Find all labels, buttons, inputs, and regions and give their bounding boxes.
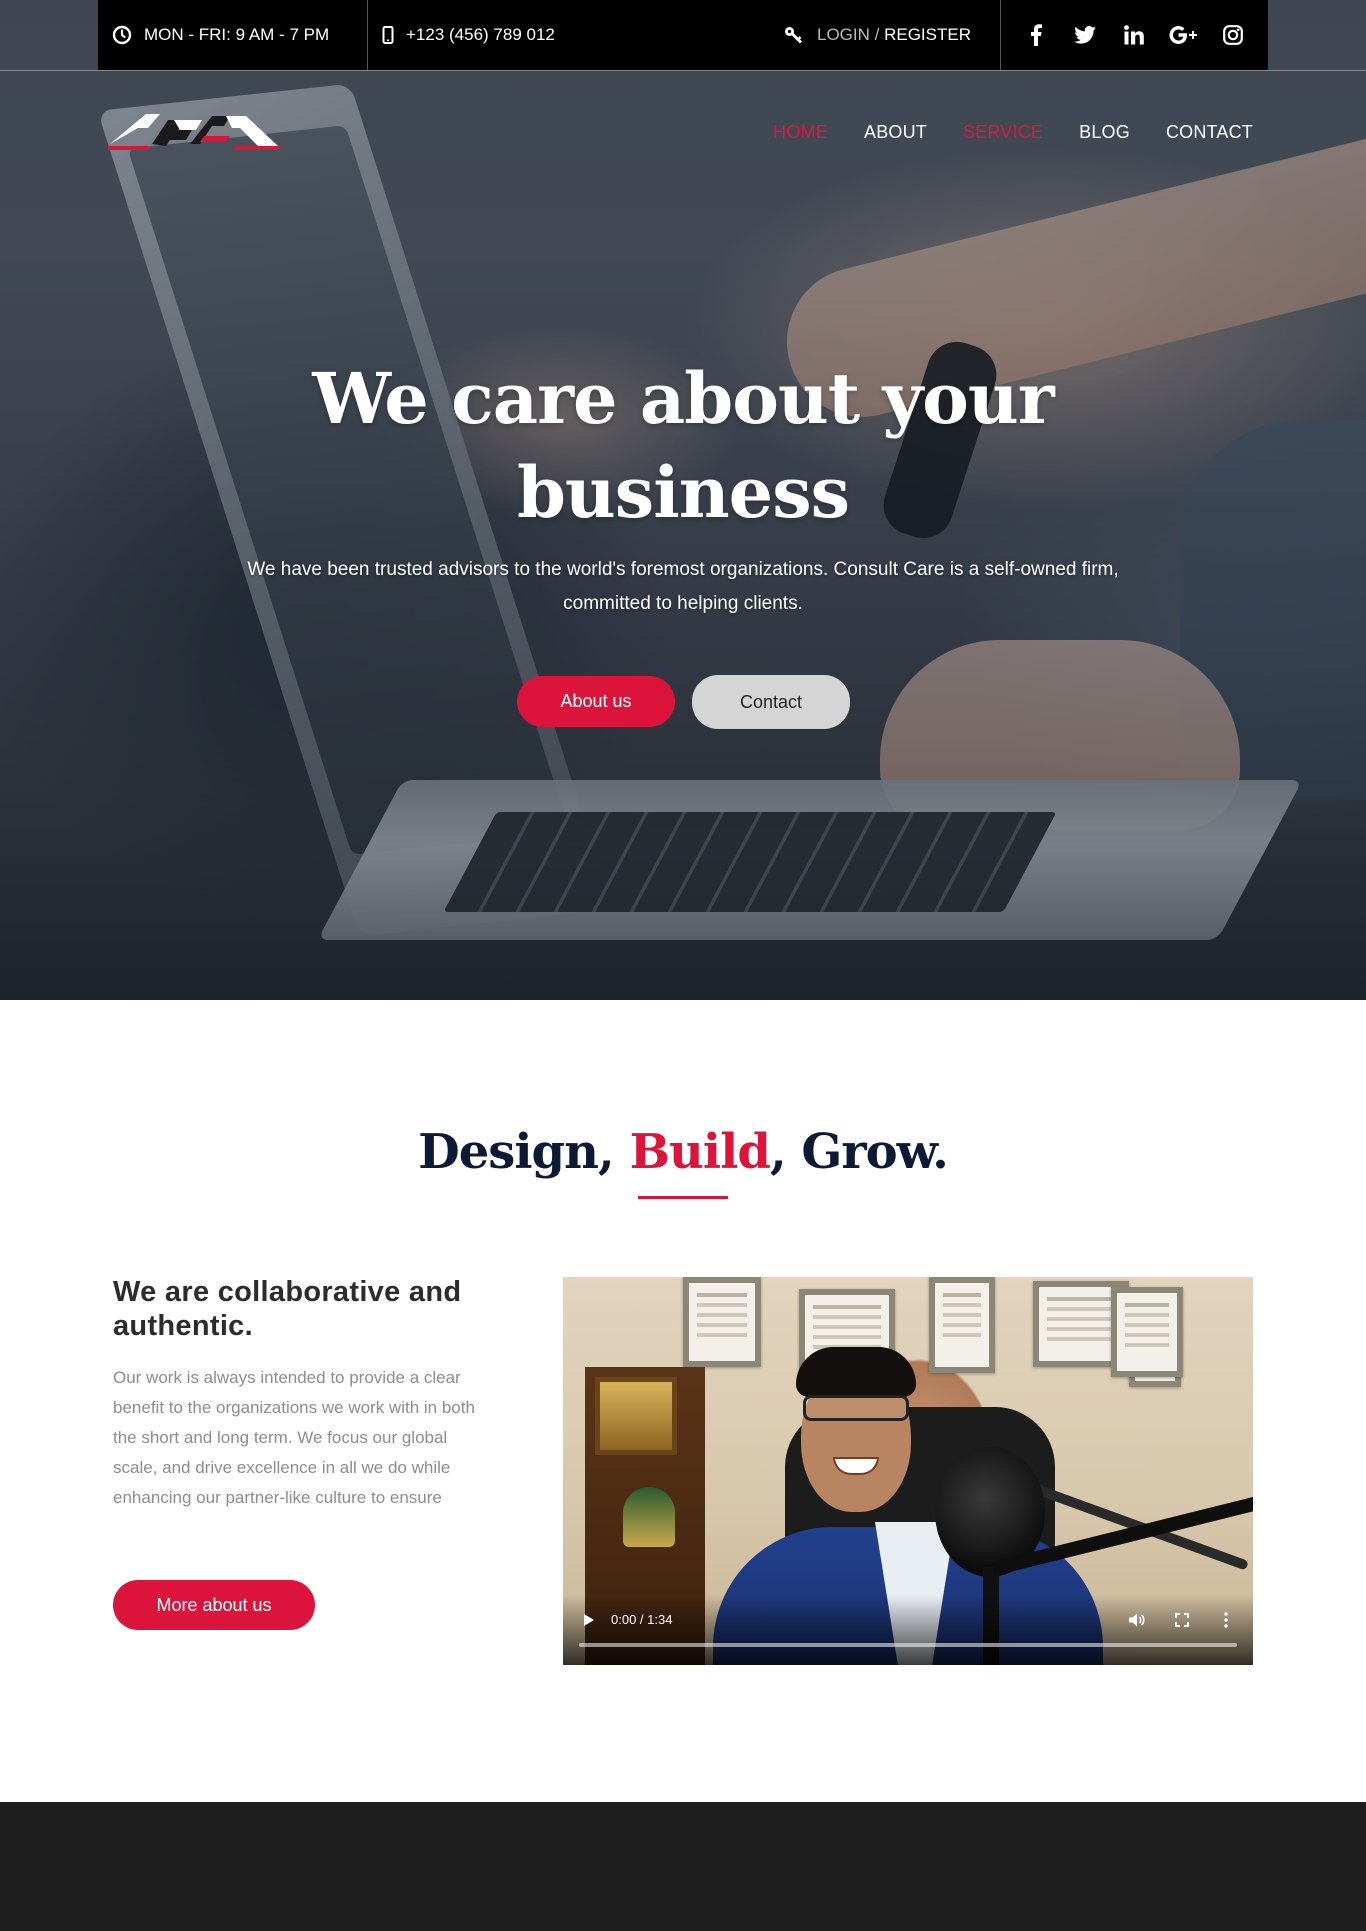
presenter-hair	[796, 1347, 916, 1397]
certificate-frame	[929, 1277, 995, 1373]
register-link[interactable]: REGISTER	[884, 25, 971, 44]
business-hours-text: MON - FRI: 9 AM - 7 PM	[144, 25, 330, 44]
facebook-icon[interactable]	[1021, 20, 1051, 50]
hero-title: We care about your business	[312, 357, 1054, 534]
more-options-icon[interactable]	[1219, 1610, 1233, 1630]
top-bar: MON - FRI: 9 AM - 7 PM +123 (456) 789 01…	[98, 0, 1268, 70]
mobile-phone-icon	[382, 26, 394, 44]
section-title: Design, Build, Grow.	[0, 1124, 1366, 1180]
video-time: 0:00 / 1:34	[611, 1612, 673, 1627]
business-hours: MON - FRI: 9 AM - 7 PM	[98, 0, 368, 70]
play-icon[interactable]	[579, 1610, 599, 1630]
contact-button[interactable]: Contact	[692, 675, 850, 729]
about-us-button[interactable]: About us	[517, 676, 675, 727]
social-links	[1001, 0, 1268, 70]
section-title-part2: , Grow.	[769, 1124, 949, 1180]
about-heading: We are collaborative and authentic.	[113, 1276, 462, 1342]
nav-contact[interactable]: CONTACT	[1166, 122, 1253, 143]
twitter-icon[interactable]	[1070, 20, 1100, 50]
google-plus-icon[interactable]	[1169, 20, 1199, 50]
presenter-glasses	[803, 1395, 909, 1421]
nav-blog[interactable]: BLOG	[1079, 122, 1130, 143]
fullscreen-icon[interactable]	[1171, 1610, 1193, 1630]
nav-home[interactable]: HOME	[773, 122, 828, 143]
volume-icon[interactable]	[1126, 1610, 1148, 1630]
video-progress-bar[interactable]	[579, 1643, 1237, 1647]
about-text: Our work is always intended to provide a…	[113, 1368, 475, 1507]
instagram-icon[interactable]	[1218, 20, 1248, 50]
hero-buttons: About us Contact	[517, 675, 850, 729]
phone-number: +123 (456) 789 012	[368, 0, 768, 70]
clock-icon	[112, 25, 132, 45]
nav-service[interactable]: SERVICE	[963, 122, 1043, 143]
linkedin-icon[interactable]	[1119, 20, 1149, 50]
certificate-frame	[683, 1277, 761, 1367]
award-trophy	[623, 1487, 675, 1547]
more-about-us-button[interactable]: More about us	[113, 1580, 315, 1630]
main-navigation: HOME ABOUT SERVICE BLOG CONTACT	[737, 122, 1253, 143]
login-separator: /	[869, 25, 885, 44]
phone-number-text[interactable]: +123 (456) 789 012	[406, 25, 555, 45]
hero-subtitle: We have been trusted advisors to the wor…	[247, 559, 1119, 614]
header-divider	[0, 70, 1366, 71]
award-plaque	[595, 1377, 677, 1455]
nav-about[interactable]: ABOUT	[864, 122, 927, 143]
site-logo[interactable]	[108, 106, 280, 152]
section-title-part1: Design,	[418, 1124, 630, 1180]
login-link[interactable]: LOGIN	[817, 25, 870, 44]
footer	[0, 1802, 1366, 1931]
video-player[interactable]: 0:00 / 1:34	[563, 1277, 1253, 1665]
certificate-frame	[1111, 1287, 1183, 1377]
video-controls: 0:00 / 1:34	[563, 1595, 1253, 1665]
key-icon	[783, 25, 805, 45]
section-title-underline	[638, 1196, 728, 1199]
login-register: LOGIN / REGISTER	[769, 0, 1001, 70]
section-title-accent: Build	[629, 1124, 770, 1180]
